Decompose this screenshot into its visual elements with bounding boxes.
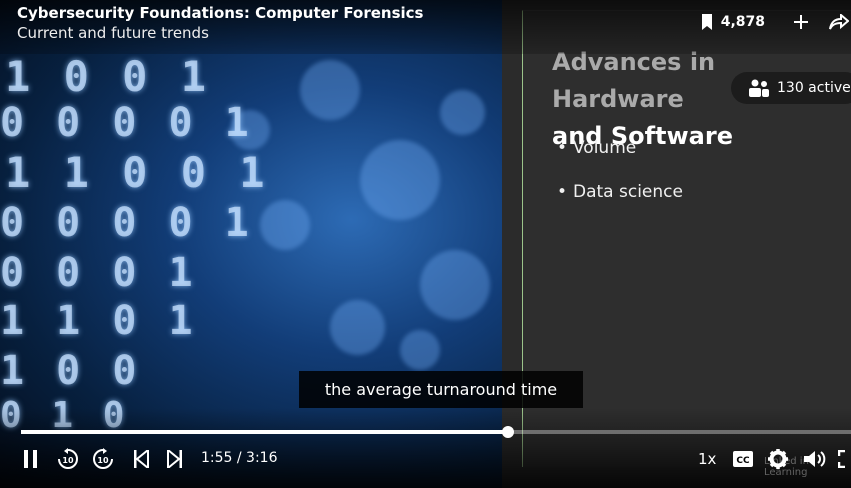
bookmark-count: 4,878 <box>720 14 765 30</box>
active-viewers-label: 130 active <box>777 80 851 96</box>
binary-row: 1 0 0 1 <box>5 52 211 101</box>
progress-fill <box>21 430 508 434</box>
bookmark-icon <box>701 14 712 30</box>
controls-shade <box>0 408 851 488</box>
rewind-10-icon: 10 <box>58 448 78 469</box>
top-bar: Cybersecurity Foundations: Computer Fore… <box>0 0 851 54</box>
share-icon <box>829 14 849 30</box>
closed-captions-icon: CC <box>733 451 753 467</box>
video-player[interactable]: 1 0 0 1 0 0 0 0 1 1 1 0 0 1 0 0 0 0 1 0 … <box>0 0 851 488</box>
slide-bullet: Data science <box>557 182 683 202</box>
plus-icon <box>794 15 808 29</box>
volume-icon <box>804 451 826 467</box>
bookmark-button[interactable]: 4,878 <box>701 14 765 30</box>
progress-bar[interactable] <box>21 426 851 438</box>
fullscreen-icon <box>838 450 845 468</box>
binary-row: 0 0 0 0 1 <box>0 100 253 146</box>
binary-row: 1 1 0 0 1 <box>5 148 269 197</box>
volume-button[interactable] <box>803 447 827 471</box>
next-button[interactable] <box>165 447 185 471</box>
binary-row: 1 1 0 1 <box>0 298 197 344</box>
progress-handle[interactable] <box>501 426 514 438</box>
course-title: Cybersecurity Foundations: Computer Fore… <box>17 4 424 22</box>
svg-text:CC: CC <box>736 456 750 466</box>
top-actions: 4,878 <box>701 10 851 34</box>
share-button[interactable] <box>827 10 851 34</box>
binary-row: 1 0 0 <box>0 348 141 394</box>
skip-next-icon <box>167 450 182 468</box>
chapter-title: Current and future trends <box>17 24 209 42</box>
fullscreen-button[interactable] <box>838 447 851 471</box>
slide-bullet: Volume <box>557 138 683 158</box>
svg-text:10: 10 <box>62 456 74 465</box>
active-viewers-badge[interactable]: 130 active <box>731 72 851 104</box>
people-icon <box>749 79 769 97</box>
caption-text: the average turnaround time <box>324 380 558 399</box>
captions-button[interactable]: CC <box>732 447 754 471</box>
caption-box: the average turnaround time <box>299 371 583 408</box>
pause-button[interactable] <box>20 447 42 471</box>
previous-button[interactable] <box>131 447 151 471</box>
binary-row: 0 0 0 0 1 <box>0 200 253 246</box>
skip-previous-icon <box>134 450 149 468</box>
svg-text:10: 10 <box>97 456 109 465</box>
binary-row: 0 0 0 1 <box>0 250 197 296</box>
forward-10-icon: 10 <box>93 448 113 469</box>
forward-10-button[interactable]: 10 <box>91 447 115 471</box>
add-to-collection-button[interactable] <box>789 10 813 34</box>
rewind-10-button[interactable]: 10 <box>56 447 80 471</box>
time-display: 1:55 / 3:16 <box>201 450 278 466</box>
playback-speed-button[interactable]: 1x <box>698 450 716 468</box>
pause-icon <box>24 450 37 468</box>
slide-bullets: Volume Data science <box>557 138 683 226</box>
